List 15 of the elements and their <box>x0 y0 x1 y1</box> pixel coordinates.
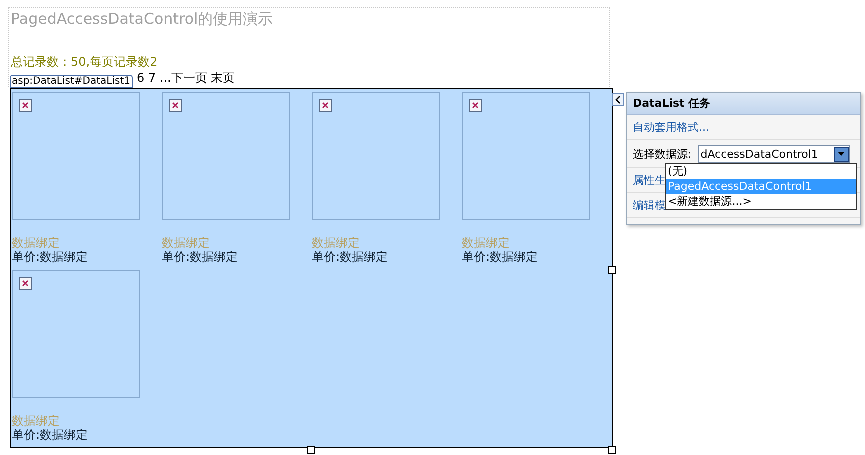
item-caption: 数据绑定 <box>162 236 211 250</box>
item-price: 单价:数据绑定 <box>162 250 240 264</box>
item-price: 单价:数据绑定 <box>462 250 540 264</box>
item-price: 单价:数据绑定 <box>312 250 390 264</box>
item-caption: 数据绑定 <box>12 236 61 250</box>
item-caption: 数据绑定 <box>12 414 61 428</box>
control-tag: asp:DataList#DataList1 <box>10 75 133 88</box>
record-summary: 总记录数：50,每页记录数2 <box>10 54 159 71</box>
item-caption: 数据绑定 <box>462 236 511 250</box>
tasks-title: DataList 任务 <box>627 93 860 115</box>
page-title: PagedAccessDataControl的使用演示 <box>10 9 274 30</box>
item-price: 单价:数据绑定 <box>12 250 90 264</box>
data-source-label: 选择数据源: <box>633 146 692 162</box>
item-caption: 数据绑定 <box>312 236 361 250</box>
item-price: 单价:数据绑定 <box>12 428 90 442</box>
